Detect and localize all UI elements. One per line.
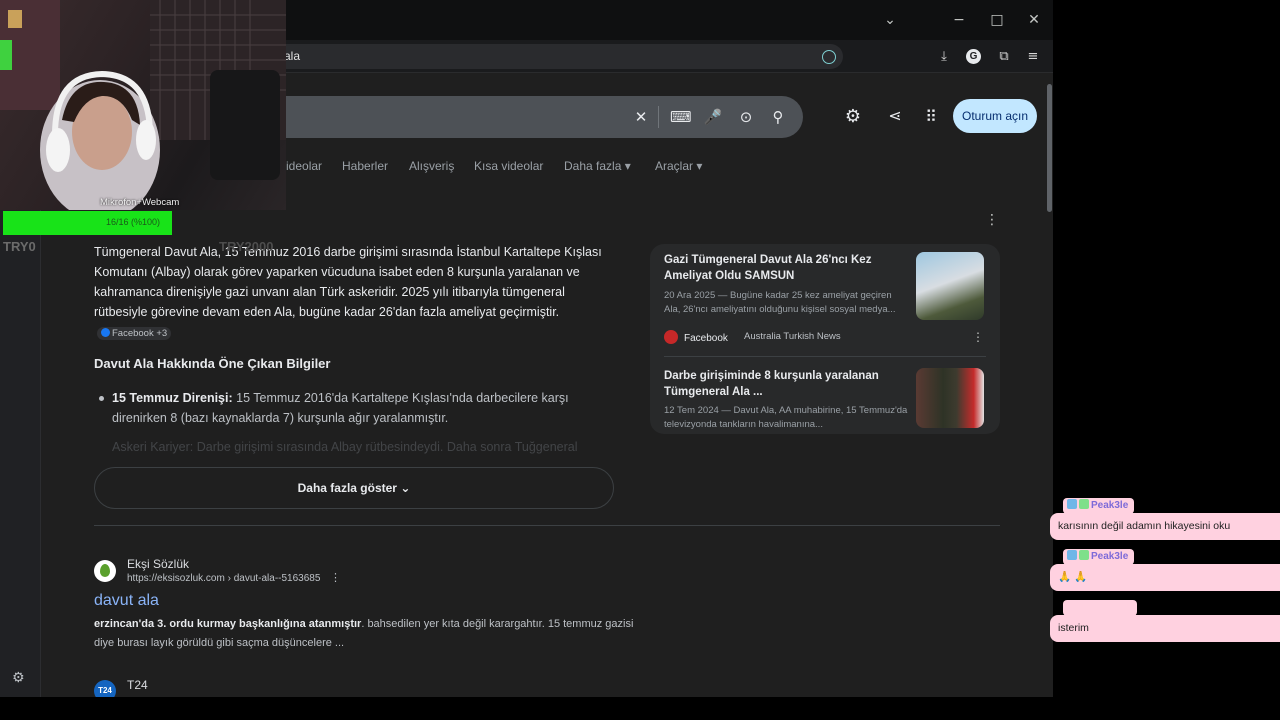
result-site-name[interactable]: Ekşi Sözlük	[127, 557, 189, 571]
publisher-name: Facebook	[684, 333, 728, 344]
tab-videos[interactable]: ideolar	[286, 159, 322, 173]
keyboard-icon[interactable]: ⌨	[670, 108, 692, 126]
eksisozluk-favicon-icon[interactable]	[94, 560, 116, 582]
result-snippet: erzincan'da 3. ordu kurmay başkanlığına …	[94, 615, 634, 653]
mic-icon[interactable]: 🎤	[703, 108, 723, 126]
news-thumbnail[interactable]	[916, 368, 984, 428]
green-item	[0, 40, 12, 70]
gear-icon[interactable]: ⚙	[12, 670, 25, 686]
menu-icon[interactable]: ≡	[1024, 48, 1042, 66]
sources-panel: Gazi Tümgeneral Davut Ala 26'ncı Kez Ame…	[650, 244, 1000, 434]
page-scrollbar[interactable]	[1047, 84, 1052, 212]
search-box[interactable]: ✕ ⌨ 🎤 ⊙ ⚲	[240, 96, 803, 138]
chat-message: karısının değil adamın hikayesini oku	[1050, 513, 1280, 540]
download-icon[interactable]: ⤓	[935, 48, 953, 66]
source-card-meta: 20 Ara 2025 — Bugüne kadar 25 kez ameliy…	[664, 290, 896, 315]
source-chip-label: Facebook +3	[112, 328, 168, 339]
source-card-meta: 12 Tem 2024 — Davut Ala, AA muhabirine, …	[664, 405, 908, 430]
chair	[210, 70, 280, 180]
headphone-right	[136, 120, 156, 160]
badge-icon	[1067, 499, 1077, 509]
result-site-name[interactable]: T24	[127, 678, 148, 692]
globe-icon[interactable]	[822, 50, 836, 64]
news-thumbnail[interactable]	[916, 252, 984, 320]
search-icon[interactable]: ⚲	[768, 108, 788, 126]
progress-text: 16/16 (%100)	[106, 217, 161, 227]
overlay-name-right: TRY2000	[219, 239, 274, 254]
minimize-icon[interactable]: −	[947, 8, 971, 32]
share-icon[interactable]: ⋖	[884, 105, 906, 127]
badge-icon	[1079, 499, 1089, 509]
ai-overview-text: Tümgeneral Davut Ala, 15 Temmuz 2016 dar…	[94, 245, 602, 319]
tab-short-videos[interactable]: Kısa videolar	[474, 159, 543, 173]
chat-username-text: Peak3le	[1091, 551, 1129, 562]
t24-favicon-icon[interactable]: T24	[94, 680, 116, 697]
profile-avatar[interactable]: G	[966, 49, 981, 64]
tab-tools[interactable]: Araçlar ▾	[655, 159, 702, 173]
facebook-icon	[101, 328, 110, 337]
badge-icon	[1067, 550, 1077, 560]
tab-search-icon[interactable]: ⌄	[878, 8, 902, 32]
highlights-heading: Davut Ala Hakkında Öne Çıkan Bilgiler	[94, 356, 331, 371]
clear-search-icon[interactable]: ✕	[631, 108, 651, 126]
tab-shopping[interactable]: Alışveriş	[409, 159, 454, 173]
webcam-source-label: Mikrofon+Webcam	[100, 197, 180, 208]
result-url[interactable]: https://eksisozluk.com › davut-ala--5163…	[127, 573, 320, 584]
source-chip[interactable]: Facebook +3	[97, 327, 172, 340]
result-title-link[interactable]: davut ala	[94, 592, 159, 610]
source-card-title[interactable]: Darbe girişiminde 8 kurşunla yaralanan T…	[664, 368, 904, 400]
snippet-bold: erzincan'da 3. ordu kurmay başkanlığına …	[94, 618, 362, 630]
chat-message: isterim	[1050, 615, 1280, 642]
chat-message: 🙏 🙏	[1050, 564, 1280, 591]
poster	[8, 10, 22, 28]
section-divider	[94, 525, 1000, 526]
more-options-icon[interactable]: ⋮	[985, 212, 999, 228]
chat-username-text: Peak3le	[1091, 500, 1129, 511]
maximize-icon[interactable]: □	[985, 8, 1009, 32]
search-divider	[658, 106, 659, 128]
webcam-image	[0, 0, 286, 210]
bullet-marker	[99, 396, 104, 401]
card-more-icon[interactable]: ⋮	[972, 330, 984, 344]
side-panel-strip	[0, 208, 41, 697]
ai-overview-paragraph: Tümgeneral Davut Ala, 15 Temmuz 2016 dar…	[94, 242, 614, 342]
headphone-left	[46, 128, 70, 172]
stream-frame: ⌄ − □ ✕ ala ⤓ G ⧉ ≡ ✕ ⌨ 🎤 ⊙ ⚲ ⚙ ⋖ ⠿ Otur…	[0, 0, 1280, 720]
lens-icon[interactable]: ⊙	[736, 108, 756, 126]
chat-username: Peak3le	[1063, 498, 1135, 514]
extensions-icon[interactable]: ⧉	[995, 48, 1013, 66]
signin-button[interactable]: Oturum açın	[953, 99, 1037, 133]
tab-more[interactable]: Daha fazla ▾	[564, 159, 631, 173]
apps-grid-icon[interactable]: ⠿	[920, 106, 942, 128]
overlay-name-left: TRY0	[3, 239, 36, 254]
show-more-button[interactable]: Daha fazla göster ⌄	[94, 467, 614, 509]
publisher-facebook: Facebook	[664, 330, 728, 344]
chat-username	[1063, 600, 1137, 616]
card-divider	[664, 356, 986, 357]
badge-icon	[1079, 550, 1089, 560]
publisher-sub: Australia Turkish News	[744, 331, 841, 342]
close-icon[interactable]: ✕	[1022, 8, 1046, 32]
chat-username: Peak3le	[1063, 549, 1135, 565]
bullet-item-faded: Askeri Kariyer: Darbe girişimi sırasında…	[112, 440, 578, 454]
bullet-item: 15 Temmuz Direnişi: 15 Temmuz 2016'da Ka…	[112, 388, 612, 428]
bullet-label: 15 Temmuz Direnişi:	[112, 391, 233, 405]
publisher-icon	[664, 330, 678, 344]
result-more-icon[interactable]: ⋮	[330, 571, 341, 584]
show-more-label: Daha fazla göster	[297, 481, 397, 495]
source-card-title[interactable]: Gazi Tümgeneral Davut Ala 26'ncı Kez Ame…	[664, 252, 904, 284]
url-text[interactable]: ala	[284, 49, 300, 63]
webcam-overlay	[0, 0, 286, 210]
chevron-down-icon: ⌄	[400, 481, 411, 495]
tab-news[interactable]: Haberler	[342, 159, 388, 173]
settings-gear-icon[interactable]: ⚙	[842, 106, 864, 128]
